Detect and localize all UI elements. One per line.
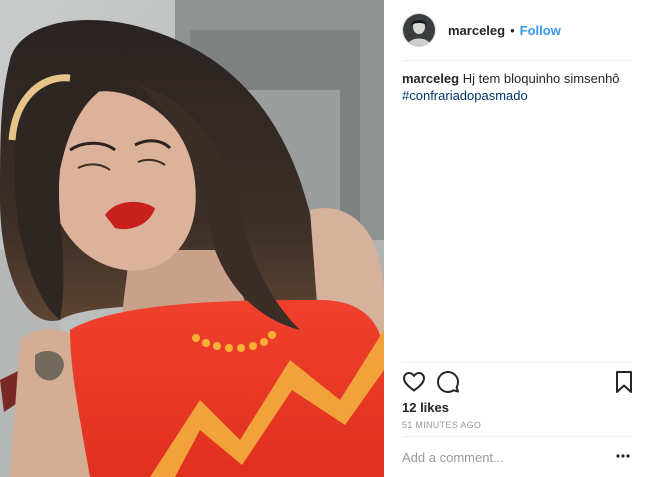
avatar[interactable]	[402, 13, 436, 47]
header-divider	[402, 60, 632, 61]
comment-input[interactable]: Add a comment...	[402, 450, 602, 465]
comment-divider	[402, 436, 632, 437]
caption-hashtag[interactable]: #confrariadopasmado	[402, 87, 634, 104]
bookmark-icon[interactable]	[614, 370, 634, 399]
comment-icon[interactable]	[436, 370, 460, 399]
post-sidebar: marceleg • Follow marceleg Hj tem bloqui…	[384, 0, 650, 477]
likes-count[interactable]: 12 likes	[402, 400, 449, 415]
post-actions	[402, 370, 634, 396]
caption-username[interactable]: marceleg	[402, 71, 459, 86]
actions-divider	[402, 362, 632, 363]
follow-button[interactable]: Follow	[520, 23, 561, 38]
avatar-image	[403, 14, 435, 46]
more-options-icon[interactable]	[616, 449, 630, 468]
instagram-post: marceleg • Follow marceleg Hj tem bloqui…	[0, 0, 650, 477]
heart-icon[interactable]	[402, 370, 426, 399]
post-photo-illustration	[0, 0, 384, 477]
post-caption: marceleg Hj tem bloquinho simsenhô #conf…	[402, 70, 634, 104]
caption-text: Hj tem bloquinho simsenhô	[462, 71, 620, 86]
header-username[interactable]: marceleg	[448, 23, 505, 38]
post-timestamp[interactable]: 51 MINUTES AGO	[402, 420, 481, 430]
post-photo[interactable]	[0, 0, 384, 477]
post-header: marceleg • Follow	[402, 10, 616, 50]
header-separator: •	[510, 22, 515, 38]
